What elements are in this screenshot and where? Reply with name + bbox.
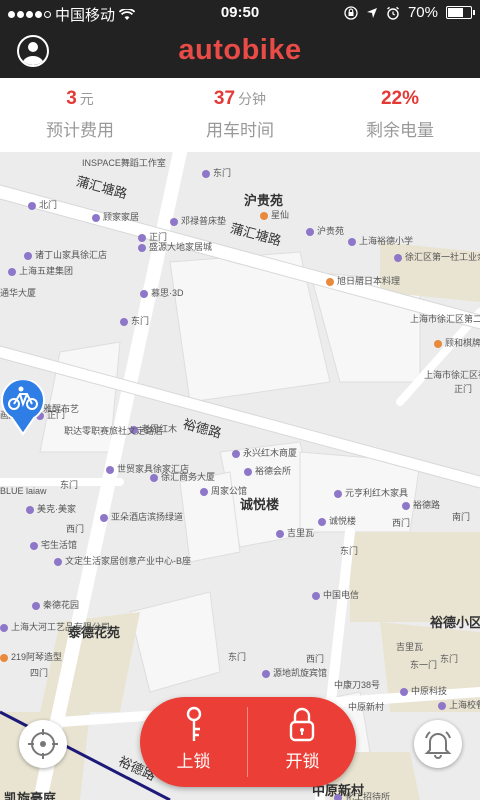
poi-label: 盛源大地家居城 xyxy=(138,240,212,253)
poi-label: 沪贵苑 xyxy=(306,224,344,237)
poi-label: 亚朵酒店滨扬绿道 xyxy=(100,510,183,523)
poi-label: 东门 xyxy=(120,314,149,327)
stat-label: 剩余电量 xyxy=(366,121,434,140)
lock-unlock-control: 上锁 开锁 xyxy=(140,697,356,787)
battery-percent: 70% xyxy=(407,4,438,21)
poi-label: 东门 xyxy=(60,480,79,490)
poi-label: 诸丁山家具徐汇店 xyxy=(24,248,107,261)
poi-label: BLUE laiaw xyxy=(0,486,47,496)
poi-label: 219阿琴造型 xyxy=(0,650,62,663)
poi-label: 正门 xyxy=(454,384,473,394)
poi-label: 上海五建集团 xyxy=(8,264,73,277)
poi-label: 通华大厦 xyxy=(0,288,37,298)
poi-label: 东门 xyxy=(228,652,247,662)
poi-label: 徐汇商务大厦 xyxy=(150,470,215,483)
poi-label: 诚悦楼 xyxy=(318,514,356,527)
poi-label: 美克·美家 xyxy=(26,502,76,515)
poi-label: 顾和棋牌 xyxy=(434,336,480,349)
poi-label: 化工招待所 xyxy=(334,790,390,800)
poi-label: 西门 xyxy=(306,654,325,664)
battery-icon xyxy=(446,6,475,19)
poi-label: 上海市徐汇区社区 xyxy=(424,370,480,380)
poi-label: 永兴红木商厦 xyxy=(232,446,297,459)
bell-icon xyxy=(424,731,452,759)
stat-battery-remaining: 22% 剩余电量 xyxy=(320,88,480,141)
poi-label: 宅生活馆 xyxy=(30,538,77,551)
poi-label: 星仙 xyxy=(260,208,289,221)
nav-bar: autobike xyxy=(0,26,480,78)
poi-label: 西门 xyxy=(392,518,411,528)
unlock-label: 开锁 xyxy=(285,752,320,771)
stat-label: 预计费用 xyxy=(46,121,114,140)
poi-label: 文定生活家居创意产业中心-B座 xyxy=(54,554,191,567)
poi-label: 裕德路 xyxy=(402,498,440,511)
stat-value: 3 xyxy=(66,88,77,109)
stat-label: 用车时间 xyxy=(206,121,274,140)
poi-label: 中康刀38号 xyxy=(334,680,381,690)
poi-label: 东一门 xyxy=(410,660,438,670)
status-bar: 中国移动 09:50 70% xyxy=(0,0,480,26)
poi-label: 中原科技 xyxy=(400,684,447,697)
poi-label: 秦德花园 xyxy=(32,598,79,611)
alarm-icon xyxy=(387,6,399,20)
poi-label: 东门 xyxy=(340,546,359,556)
poi-label: 周家公馆 xyxy=(200,484,247,497)
area-label: 沪贵苑 xyxy=(244,193,284,208)
poi-label: 源地凯旋宾馆 xyxy=(262,666,327,679)
poi-label: 旭日腊日本料理 xyxy=(326,274,400,287)
stat-value: 37 xyxy=(213,88,236,109)
ride-stats-panel: 3元 预计费用 37 分钟 用车时间 22% 剩余电量 xyxy=(0,78,480,153)
rotation-lock-icon xyxy=(344,5,358,20)
unlock-button[interactable]: 开锁 xyxy=(249,697,356,787)
area-label: 裕德小区 xyxy=(430,615,480,630)
locate-me-button[interactable] xyxy=(19,720,67,768)
area-label: 凯旋豪庭 xyxy=(4,791,57,800)
poi-label: 裕德会所 xyxy=(244,464,291,477)
poi-label: 徐汇区第一社工业余中学 xyxy=(394,250,480,263)
stat-unit: 元 xyxy=(79,91,94,107)
stat-ride-time: 37 分钟 用车时间 xyxy=(160,88,320,141)
locate-icon xyxy=(28,729,58,759)
poi-label: 邓禄普床垫 xyxy=(170,214,226,227)
key-icon xyxy=(186,706,202,741)
poi-label: 南门 xyxy=(452,512,471,522)
location-arrow-icon xyxy=(366,7,377,18)
poi-label: 北门 xyxy=(28,198,57,211)
bike-location-pin[interactable] xyxy=(0,380,46,436)
stat-unit: 分钟 xyxy=(238,91,267,107)
poi-label: 职达零职赛旅社文定路店 xyxy=(64,426,164,436)
lock-button[interactable]: 上锁 xyxy=(140,697,247,787)
ring-bell-button[interactable] xyxy=(414,720,462,768)
poi-label: 上海大河工艺品有限公司 xyxy=(0,620,110,633)
poi-label: 顾家家居 xyxy=(92,210,139,223)
poi-label: 东门 xyxy=(202,166,231,179)
poi-label: 吉里瓦 xyxy=(396,642,424,652)
poi-label: 吉里瓦 xyxy=(276,526,314,539)
poi-label: 上海市徐汇区第二社区 xyxy=(410,314,480,324)
poi-label: 东门 xyxy=(440,654,459,664)
poi-label: 四门 xyxy=(30,668,49,678)
poi-label: 西门 xyxy=(66,524,85,534)
poi-label: INSPACE舞蹈工作室 xyxy=(82,158,166,168)
action-divider xyxy=(247,707,248,777)
poi-label: 慕思·3D xyxy=(140,286,184,299)
padlock-icon xyxy=(289,707,315,742)
lock-label: 上锁 xyxy=(176,752,211,771)
stat-value: 22% xyxy=(380,88,420,109)
poi-label: 元亨利红木家具 xyxy=(334,486,408,499)
poi-label: 上海校餐具有限公司 xyxy=(438,698,480,711)
poi-label: 中国电信 xyxy=(312,588,359,601)
app-logo: autobike xyxy=(178,34,302,66)
poi-label: 上海裕德小学 xyxy=(348,234,413,247)
stat-estimated-cost: 3元 预计费用 xyxy=(0,88,160,141)
